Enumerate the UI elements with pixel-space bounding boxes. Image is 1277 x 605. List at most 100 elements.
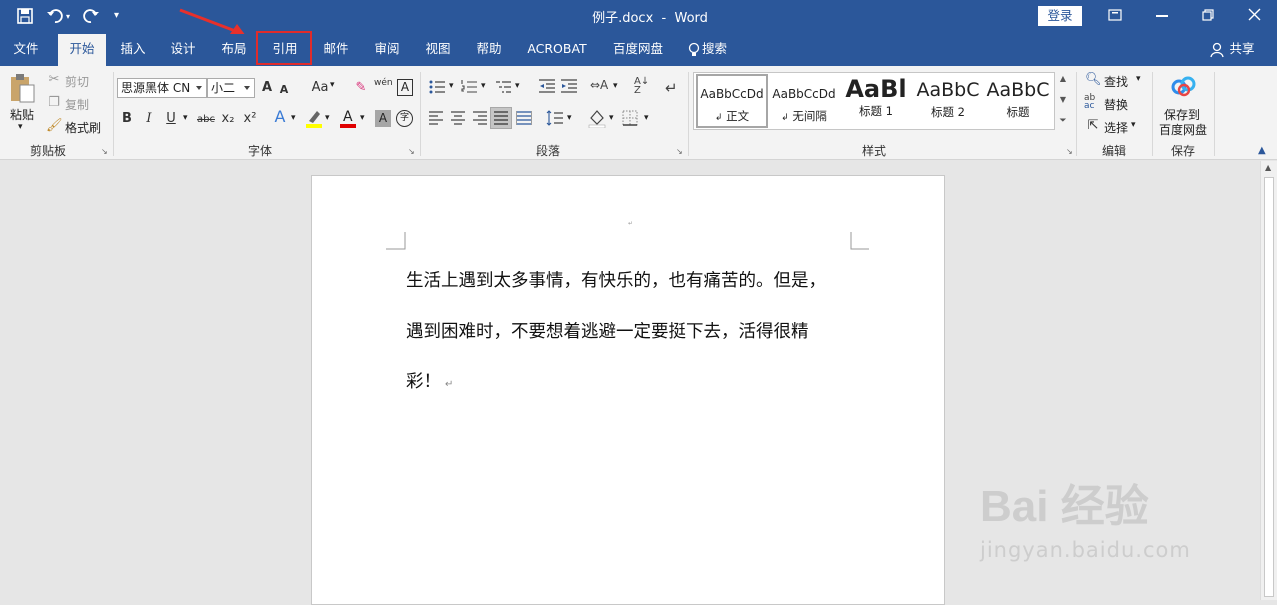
share-button[interactable]: 共享 (1228, 34, 1256, 66)
share-person-icon[interactable] (1210, 42, 1224, 58)
subscript-icon[interactable]: x₂ (220, 111, 236, 127)
styles-scroll-up-icon[interactable]: ▲ (1057, 74, 1069, 90)
login-button[interactable]: 登录 (1038, 6, 1082, 26)
strikethrough-icon[interactable]: abc (195, 112, 217, 128)
find-dropdown-icon[interactable]: ▾ (1136, 74, 1141, 84)
replace-button[interactable]: 替换 (1104, 96, 1128, 113)
style-no-spacing[interactable]: AaBbCcDd ↲ 无间隔 (768, 74, 840, 128)
borders-icon[interactable] (622, 110, 638, 126)
tab-home[interactable]: 开始 (58, 34, 106, 66)
font-color-icon[interactable]: A (340, 109, 356, 129)
justify-icon[interactable] (490, 107, 512, 129)
undo-dropdown-icon[interactable]: ▾ (66, 12, 74, 21)
undo-icon[interactable] (46, 7, 64, 25)
change-case-dropdown-icon[interactable]: ▾ (330, 80, 335, 90)
bullets-dropdown-icon[interactable]: ▾ (449, 81, 454, 91)
asian-layout-icon[interactable]: ⇔A (590, 78, 610, 96)
ribbon-display-options-icon[interactable] (1108, 9, 1124, 23)
bullets-icon[interactable] (428, 78, 446, 96)
save-to-netdisk-line2[interactable]: 百度网盘 (1159, 121, 1207, 138)
find-button[interactable]: 查找 (1104, 73, 1128, 90)
tab-review[interactable]: 审阅 (364, 34, 410, 66)
sort-icon[interactable]: A↓ Z (634, 77, 652, 97)
paste-icon[interactable] (8, 72, 36, 104)
select-icon[interactable]: ⇱ (1086, 118, 1100, 134)
tab-mailings[interactable]: 邮件 (313, 34, 359, 66)
cut-button[interactable]: 剪切 (65, 73, 89, 90)
highlighter-dropdown-icon[interactable]: ▾ (325, 113, 330, 123)
style-heading-2[interactable]: AaBbC 标题 2 (912, 74, 984, 128)
clear-formatting-icon[interactable]: ✎ (353, 80, 369, 96)
grow-font-icon[interactable]: A (260, 80, 274, 96)
scroll-up-icon[interactable]: ▲ (1265, 163, 1271, 172)
styles-scroll-down-icon[interactable]: ▼ (1057, 95, 1069, 111)
styles-more-icon[interactable]: ⏷ (1057, 116, 1069, 130)
text-effects-icon[interactable]: A (272, 109, 288, 125)
highlighter-icon[interactable] (305, 109, 323, 129)
copy-button[interactable]: 复制 (65, 96, 89, 113)
replace-icon[interactable]: ab ac (1084, 94, 1102, 112)
enclosed-character-icon[interactable]: 字 (396, 110, 413, 127)
align-center-icon[interactable] (450, 110, 466, 126)
tab-file[interactable]: 文件 (0, 34, 52, 66)
tab-layout[interactable]: 布局 (211, 34, 257, 66)
underline-dropdown-icon[interactable]: ▾ (183, 113, 188, 123)
align-left-icon[interactable] (428, 110, 444, 126)
format-painter-icon[interactable]: 🖌 (46, 118, 63, 134)
font-name-dropdown[interactable]: 思源黑体 CN (117, 78, 207, 98)
tab-acrobat[interactable]: ACROBAT (520, 34, 594, 66)
line-spacing-icon[interactable] (546, 109, 564, 127)
format-painter-button[interactable]: 格式刷 (65, 119, 101, 136)
underline-icon[interactable]: U (164, 111, 178, 127)
paste-button[interactable]: 粘贴 (10, 106, 34, 123)
style-heading-1[interactable]: AaBl 标题 1 (840, 74, 912, 128)
increase-indent-icon[interactable] (560, 78, 578, 96)
character-shading-icon[interactable]: A (375, 110, 391, 127)
superscript-icon[interactable]: x² (242, 111, 258, 127)
customize-qat-icon[interactable]: ▾ (114, 10, 124, 22)
baidu-netdisk-icon[interactable] (1171, 75, 1197, 97)
asian-layout-dropdown-icon[interactable]: ▾ (613, 81, 618, 91)
clipboard-launcher-icon[interactable]: ↘ (101, 147, 108, 156)
borders-dropdown-icon[interactable]: ▾ (644, 113, 649, 123)
change-case-icon[interactable]: Aa (309, 80, 331, 96)
decrease-indent-icon[interactable] (538, 78, 556, 96)
font-launcher-icon[interactable]: ↘ (408, 147, 415, 156)
document-text-line-3[interactable]: 彩！ ↵ (406, 368, 453, 393)
numbering-icon[interactable] (460, 78, 478, 96)
cut-icon[interactable]: ✂ (46, 72, 62, 88)
text-effects-dropdown-icon[interactable]: ▾ (291, 113, 296, 123)
align-right-icon[interactable] (472, 110, 488, 126)
document-text-line-1[interactable]: 生活上遇到太多事情，有快乐的，也有痛苦的。但是， (406, 267, 826, 292)
italic-icon[interactable]: I (142, 111, 156, 127)
find-icon[interactable]: 🔍︎ (1085, 72, 1102, 88)
distributed-icon[interactable] (515, 110, 533, 126)
save-icon[interactable] (16, 7, 34, 25)
tab-design[interactable]: 设计 (160, 34, 206, 66)
enclose-characters-icon[interactable]: A (397, 79, 413, 96)
shrink-font-icon[interactable]: A (278, 82, 290, 98)
document-text-line-2[interactable]: 遇到困难时，不要想着逃避一定要挺下去，活得很精 (406, 318, 809, 343)
shading-icon[interactable] (588, 108, 606, 129)
tab-help[interactable]: 帮助 (466, 34, 512, 66)
style-title[interactable]: AaBbC 标题 (982, 74, 1054, 128)
select-dropdown-icon[interactable]: ▾ (1131, 120, 1136, 130)
shading-dropdown-icon[interactable]: ▾ (609, 113, 614, 123)
style-normal[interactable]: AaBbCcDd ↲ 正文 (696, 74, 768, 128)
line-spacing-dropdown-icon[interactable]: ▾ (567, 113, 572, 123)
copy-icon[interactable]: ❐ (46, 95, 62, 111)
close-icon[interactable] (1248, 8, 1262, 22)
font-size-dropdown[interactable]: 小二 (207, 78, 255, 98)
redo-icon[interactable] (82, 7, 100, 25)
phonetic-guide-icon[interactable]: wén (374, 78, 393, 88)
collapse-ribbon-icon[interactable]: ▲ (1258, 145, 1266, 156)
paste-dropdown-icon[interactable]: ▾ (18, 122, 23, 132)
numbering-dropdown-icon[interactable]: ▾ (481, 81, 486, 91)
restore-icon[interactable] (1202, 9, 1216, 23)
multilevel-dropdown-icon[interactable]: ▾ (515, 81, 520, 91)
font-color-dropdown-icon[interactable]: ▾ (360, 113, 365, 123)
bold-icon[interactable]: B (120, 111, 134, 127)
paragraph-launcher-icon[interactable]: ↘ (676, 147, 683, 156)
multilevel-list-icon[interactable] (494, 78, 512, 96)
tab-baidu-netdisk[interactable]: 百度网盘 (606, 34, 670, 66)
